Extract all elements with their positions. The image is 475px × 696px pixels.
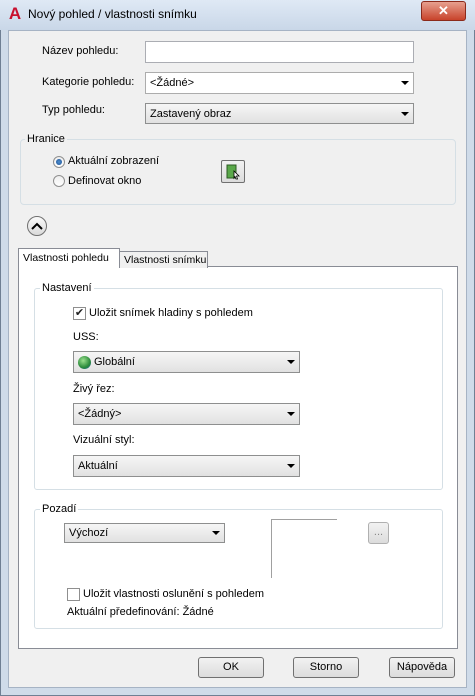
tab-snapshot-properties[interactable]: Vlastnosti snímku	[119, 251, 208, 268]
collapse-button[interactable]	[27, 216, 47, 236]
chevron-down-icon	[287, 464, 295, 468]
tab-view-properties[interactable]: Vlastnosti pohledu	[18, 248, 120, 268]
view-name-label: Název pohledu:	[42, 45, 119, 57]
background-type-combo[interactable]: Výchozí	[64, 523, 225, 543]
boundary-group-title: Hranice	[25, 133, 67, 145]
chevron-down-icon	[401, 81, 409, 85]
background-browse-button[interactable]: ...	[368, 522, 389, 544]
chevron-down-icon	[287, 360, 295, 364]
save-layer-snapshot-checkbox[interactable]: ✔	[73, 307, 86, 320]
chevron-down-icon	[212, 531, 220, 535]
view-name-input[interactable]	[145, 41, 414, 63]
background-preview	[271, 519, 337, 578]
window-title: Nový pohled / vlastnosti snímku	[28, 7, 197, 21]
visual-style-combo[interactable]: Aktuální	[73, 455, 300, 477]
window-select-icon	[226, 164, 240, 180]
view-category-combo[interactable]: <Žádné>	[145, 72, 414, 94]
define-window-button[interactable]	[221, 160, 245, 183]
chevron-up-icon	[31, 222, 43, 230]
save-layer-snapshot-label: Uložit snímek hladiny s pohledem	[89, 307, 253, 319]
current-override-text: Aktuální předefinování: Žádné	[67, 606, 214, 618]
settings-group-title: Nastavení	[40, 282, 94, 294]
view-category-value: <Žádné>	[150, 77, 195, 89]
ucs-label: USS:	[73, 331, 99, 343]
view-type-label: Typ pohledu:	[42, 104, 105, 116]
radio-define-window[interactable]	[53, 175, 65, 187]
ucs-value: Globální	[94, 356, 135, 368]
live-section-label: Živý řez:	[73, 383, 115, 395]
globe-icon	[78, 356, 91, 369]
live-section-value: <Žádný>	[78, 408, 122, 420]
help-button[interactable]: Nápověda	[389, 657, 455, 678]
save-sun-properties-label: Uložit vlastnosti oslunění s pohledem	[83, 588, 264, 600]
radio-define-window-label: Definovat okno	[68, 175, 142, 187]
live-section-combo[interactable]: <Žádný>	[73, 403, 300, 425]
ok-button[interactable]: OK	[198, 657, 264, 678]
cancel-button[interactable]: Storno	[293, 657, 359, 678]
view-type-combo[interactable]: Zastavený obraz	[145, 103, 414, 124]
save-sun-properties-checkbox[interactable]	[67, 588, 80, 601]
close-button[interactable]: ✕	[421, 1, 466, 21]
radio-current-display[interactable]	[53, 156, 65, 168]
view-type-value: Zastavený obraz	[150, 108, 232, 120]
visual-style-label: Vizuální styl:	[73, 434, 135, 446]
ucs-combo[interactable]: Globální	[73, 351, 300, 373]
chevron-down-icon	[287, 412, 295, 416]
background-group-title: Pozadí	[40, 503, 79, 515]
visual-style-value: Aktuální	[78, 460, 118, 472]
background-type-value: Výchozí	[69, 527, 109, 539]
radio-current-display-label: Aktuální zobrazení	[68, 155, 160, 167]
chevron-down-icon	[401, 112, 409, 116]
autocad-logo-icon: A	[8, 4, 22, 23]
view-category-label: Kategorie pohledu:	[42, 76, 135, 88]
